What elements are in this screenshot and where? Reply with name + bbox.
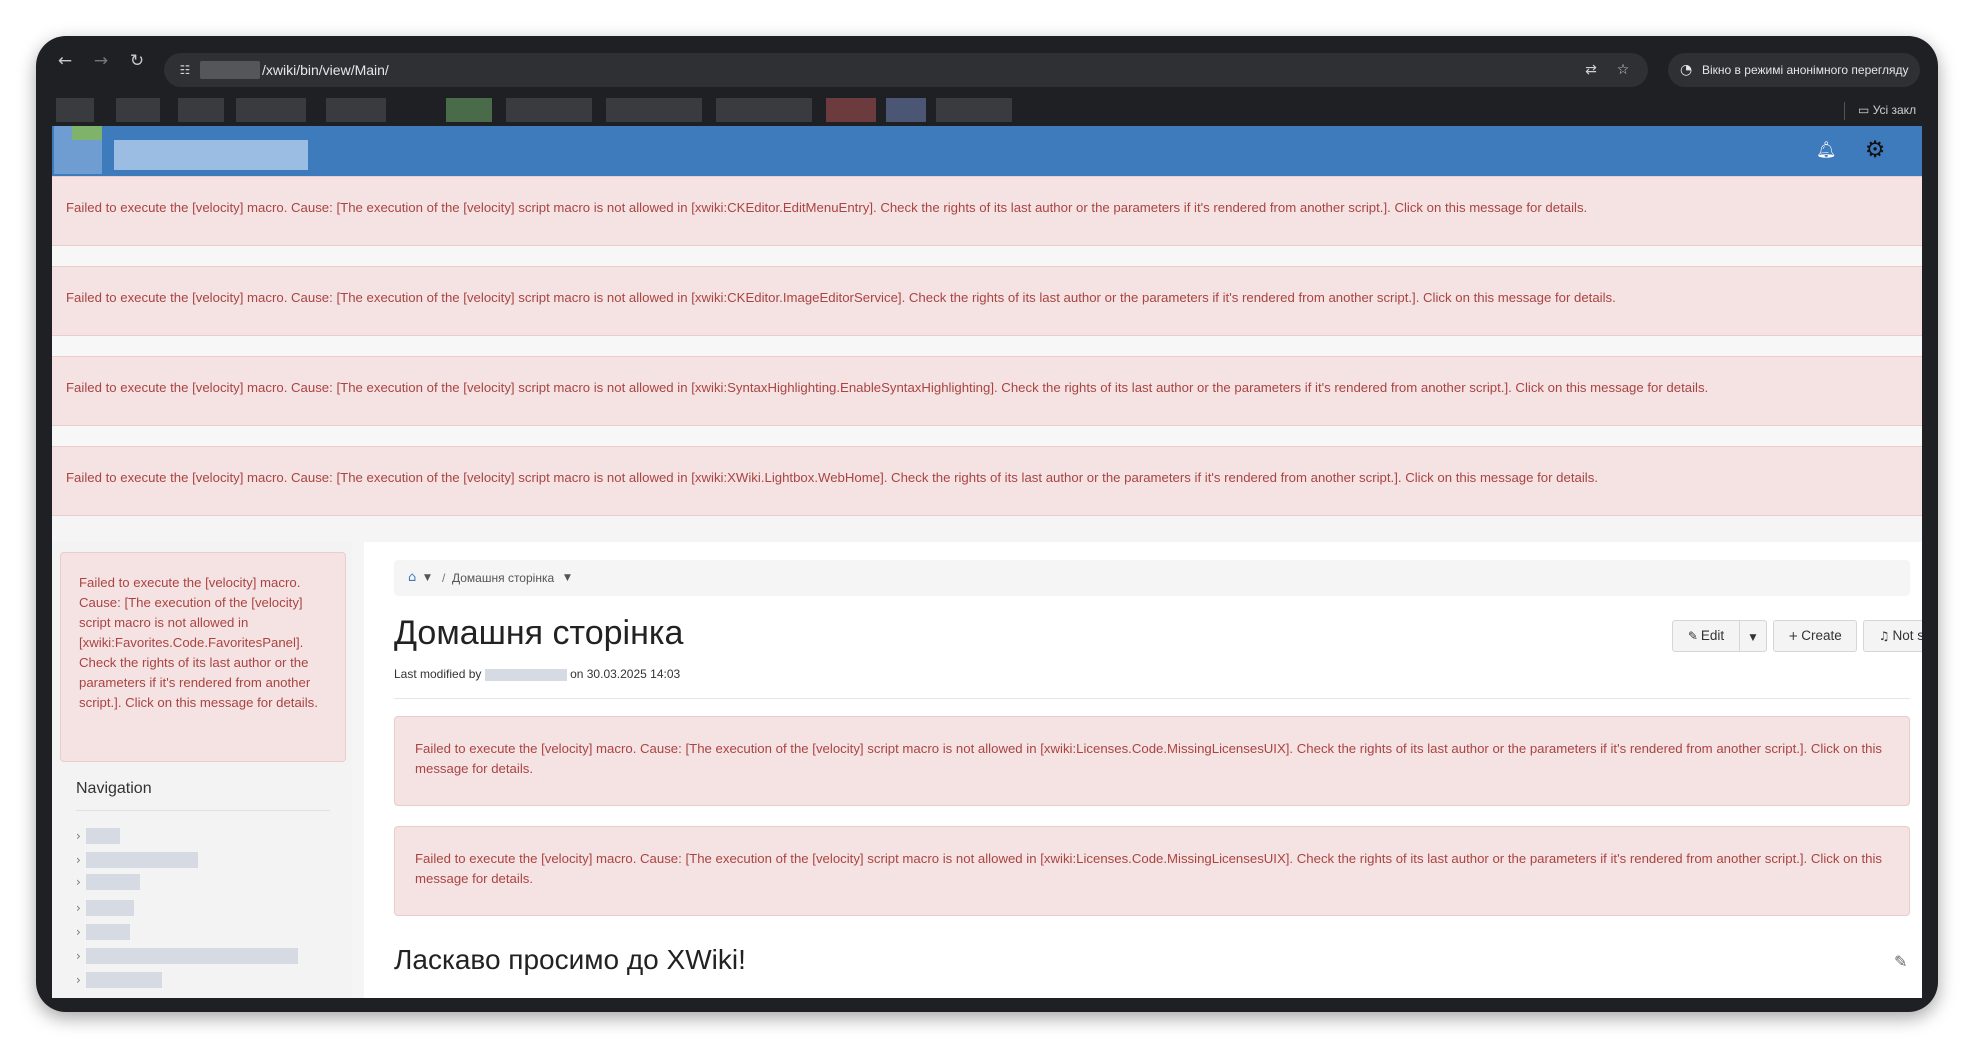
welcome-heading: Ласкаво просимо до XWiki! [394,944,746,975]
nav-label-redacted [86,948,298,964]
incognito-icon: ◔ [1680,62,1693,78]
favorites-panel-error[interactable]: Failed to execute the [velocity] macro. … [60,552,346,762]
all-bookmarks-label: Усі закл [1872,103,1917,117]
bookmark-item[interactable] [886,98,926,122]
chevron-right-icon[interactable]: › [76,898,81,918]
bookmarks-bar: ▭ Усі закл [36,90,1938,126]
browser-window: ← → ↻ ☷ /xwiki/bin/view/Main/ ⇄ ☆ ◔ Вікн… [36,36,1938,1012]
error-message[interactable]: Failed to execute the [velocity] macro. … [394,716,1910,806]
error-text: Failed to execute the [velocity] macro. … [415,741,1882,776]
incognito-label: Вікно в режимі анонімного перегляду [1702,63,1909,77]
reload-icon[interactable]: ↻ [126,50,148,72]
bookmark-star-icon[interactable]: ☆ [1614,61,1632,79]
settings-gear-icon[interactable]: ⚙ [1862,137,1888,163]
folder-icon: ▭ [1858,103,1870,117]
url-path: /xwiki/bin/view/Main/ [262,62,389,78]
home-icon[interactable]: ⌂ [408,569,416,587]
breadcrumb: ⌂ ▼ / Домашня сторінка ▼ [394,560,1910,596]
address-bar[interactable]: ☷ /xwiki/bin/view/Main/ ⇄ ☆ [164,53,1648,87]
modified-date: on 30.03.2025 14:03 [570,667,681,681]
notifications-bell-icon[interactable]: 🔔︎ [1816,140,1836,160]
chevron-right-icon[interactable]: › [76,850,81,870]
main-content: ⌂ ▼ / Домашня сторінка ▼ Домашня сторінк… [364,542,1922,998]
nav-label-redacted [86,852,198,868]
forward-icon[interactable]: → [90,50,112,72]
error-text: Failed to execute the [velocity] macro. … [79,575,318,710]
left-panels: Failed to execute the [velocity] macro. … [52,542,352,998]
nav-label-redacted [86,900,134,916]
bookmark-item[interactable] [56,98,94,122]
modified-prefix: Last modified by [394,667,482,681]
plus-icon: + [1788,629,1799,643]
author-redacted[interactable] [484,668,567,681]
chevron-right-icon[interactable]: › [76,826,81,846]
bookmark-item[interactable] [446,98,492,122]
page-title: Домашня сторінка [394,614,684,652]
bookmarks-divider [1844,102,1845,120]
browser-toolbar: ← → ↻ ☷ /xwiki/bin/view/Main/ ⇄ ☆ ◔ Вікн… [36,36,1938,87]
bookmark-item[interactable] [936,98,1012,122]
create-button[interactable]: + Create [1773,620,1857,652]
error-text: Failed to execute the [velocity] macro. … [66,380,1709,395]
site-settings-icon[interactable]: ☷ [176,61,194,79]
last-modified-info: Last modified by on 30.03.2025 14:03 [394,666,680,682]
nav-label-redacted [86,972,162,988]
error-text: Failed to execute the [velocity] macro. … [66,290,1616,305]
page-viewport: 🔔︎ ⚙ Failed to execute the [velocity] ma… [52,126,1922,998]
wiki-logo-accent [72,126,102,140]
bookmark-item[interactable] [236,98,306,122]
error-message[interactable]: Failed to execute the [velocity] macro. … [394,826,1910,916]
incognito-indicator[interactable]: ◔ Вікно в режимі анонімного перегляду [1668,53,1920,87]
xwiki-header: 🔔︎ ⚙ [52,126,1922,176]
caret-down-icon[interactable]: ▼ [564,569,571,587]
back-icon[interactable]: ← [54,50,76,72]
bookmark-item[interactable] [116,98,160,122]
breadcrumb-separator: / [442,571,446,585]
chevron-right-icon[interactable]: › [76,970,81,990]
nav-label-redacted [86,924,130,940]
error-message[interactable]: Failed to execute the [velocity] macro. … [52,176,1922,246]
bookmark-item[interactable] [606,98,702,122]
create-label: Create [1801,628,1842,643]
chevron-right-icon[interactable]: › [76,922,81,942]
navigation-panel-title: Navigation [76,780,152,797]
caret-down-icon[interactable]: ▼ [424,569,431,587]
edit-dropdown-button[interactable]: ▼ [1739,620,1767,652]
divider [76,810,330,811]
bookmark-item[interactable] [716,98,812,122]
watch-notifications-button[interactable]: ♫Not set [1863,620,1922,652]
wiki-name-redacted[interactable] [114,140,308,170]
bookmark-item[interactable] [326,98,386,122]
edit-label: Edit [1700,628,1725,643]
spacer [52,336,1922,356]
breadcrumb-current-page[interactable]: Домашня сторінка [452,569,554,587]
chevron-right-icon[interactable]: › [76,946,81,966]
error-message[interactable]: Failed to execute the [velocity] macro. … [52,356,1922,426]
bookmark-item[interactable] [826,98,876,122]
notify-label: Not set [1892,628,1922,643]
url-host-redacted [200,61,260,79]
all-bookmarks-folder[interactable]: ▭ Усі закл [1858,100,1916,120]
chevron-right-icon[interactable]: › [76,872,81,892]
error-text: Failed to execute the [velocity] macro. … [66,470,1598,485]
edit-button[interactable]: ✎ Edit [1672,620,1740,652]
spacer [52,426,1922,446]
error-text: Failed to execute the [velocity] macro. … [66,200,1588,215]
bookmark-item[interactable] [178,98,224,122]
caret-down-icon: ▼ [1749,633,1757,643]
translate-icon[interactable]: ⇄ [1582,61,1600,79]
error-text: Failed to execute the [velocity] macro. … [415,851,1882,886]
pencil-icon: ✎ [1687,629,1698,643]
bookmark-item[interactable] [506,98,592,122]
nav-label-redacted [86,874,140,890]
bell-icon: ♫ [1878,629,1890,643]
error-message[interactable]: Failed to execute the [velocity] macro. … [52,446,1922,516]
spacer [52,246,1922,266]
error-message[interactable]: Failed to execute the [velocity] macro. … [52,266,1922,336]
nav-label-redacted [86,828,120,844]
divider [394,698,1910,699]
edit-section-pencil-icon[interactable]: ✎ [1894,952,1907,972]
